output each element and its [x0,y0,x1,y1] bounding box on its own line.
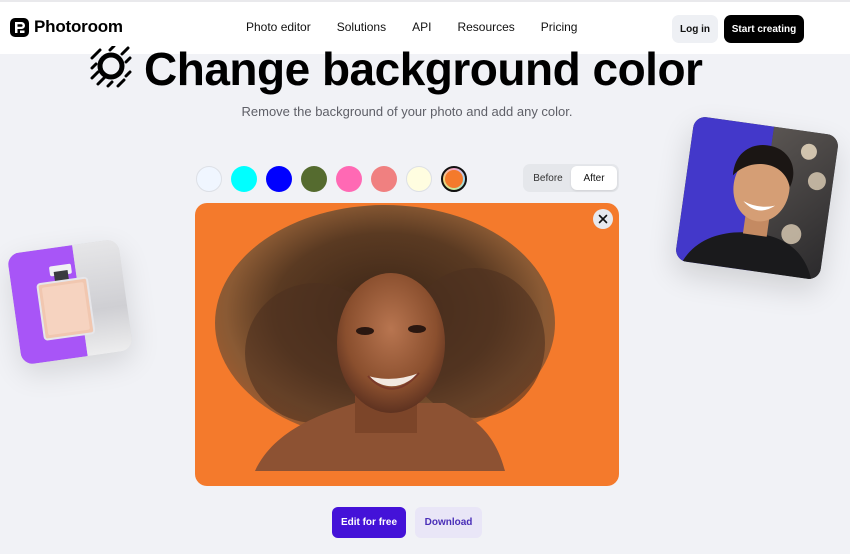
brand-logo[interactable]: Photoroom [10,17,123,37]
toggle-before[interactable]: Before [525,166,571,190]
nav-api[interactable]: API [412,20,431,34]
brand-name: Photoroom [34,17,123,36]
close-button[interactable] [593,209,613,229]
before-after-toggle: Before After [523,164,619,192]
selected-color-fill [445,170,463,188]
man-portrait-image [682,143,826,280]
start-creating-button[interactable]: Start creating [724,15,804,43]
swatch-cyan[interactable] [231,166,257,192]
swatch-light-yellow[interactable] [406,166,432,192]
nav-pricing[interactable]: Pricing [541,20,578,34]
portrait-photo [215,205,555,471]
perfume-bottle-image [36,263,96,341]
swatch-blue[interactable] [266,166,292,192]
page-title: Change background color [144,43,703,95]
swatch-custom-color-picker[interactable] [441,166,467,192]
download-button[interactable]: Download [415,507,482,538]
main-nav: Photo editor Solutions API Resources Pri… [246,20,577,34]
login-button[interactable]: Log in [672,15,718,43]
page-subtitle: Remove the background of your photo and … [241,104,573,119]
example-card-perfume [6,238,134,366]
color-swatches [196,166,467,192]
sun-stripes-icon [90,45,132,93]
edit-for-free-button[interactable]: Edit for free [332,507,406,538]
swatch-olive-green[interactable] [301,166,327,192]
preview-image [195,203,619,486]
close-icon [598,214,608,224]
nav-photo-editor[interactable]: Photo editor [246,20,311,34]
photoroom-logo-icon [10,17,29,37]
example-card-portrait [674,115,840,281]
swatch-light-coral[interactable] [371,166,397,192]
nav-resources[interactable]: Resources [457,20,514,34]
swatch-hot-pink[interactable] [336,166,362,192]
hero-heading: Change background color [90,43,703,95]
swatch-alice-blue[interactable] [196,166,222,192]
toggle-after[interactable]: After [571,166,617,190]
nav-solutions[interactable]: Solutions [337,20,386,34]
